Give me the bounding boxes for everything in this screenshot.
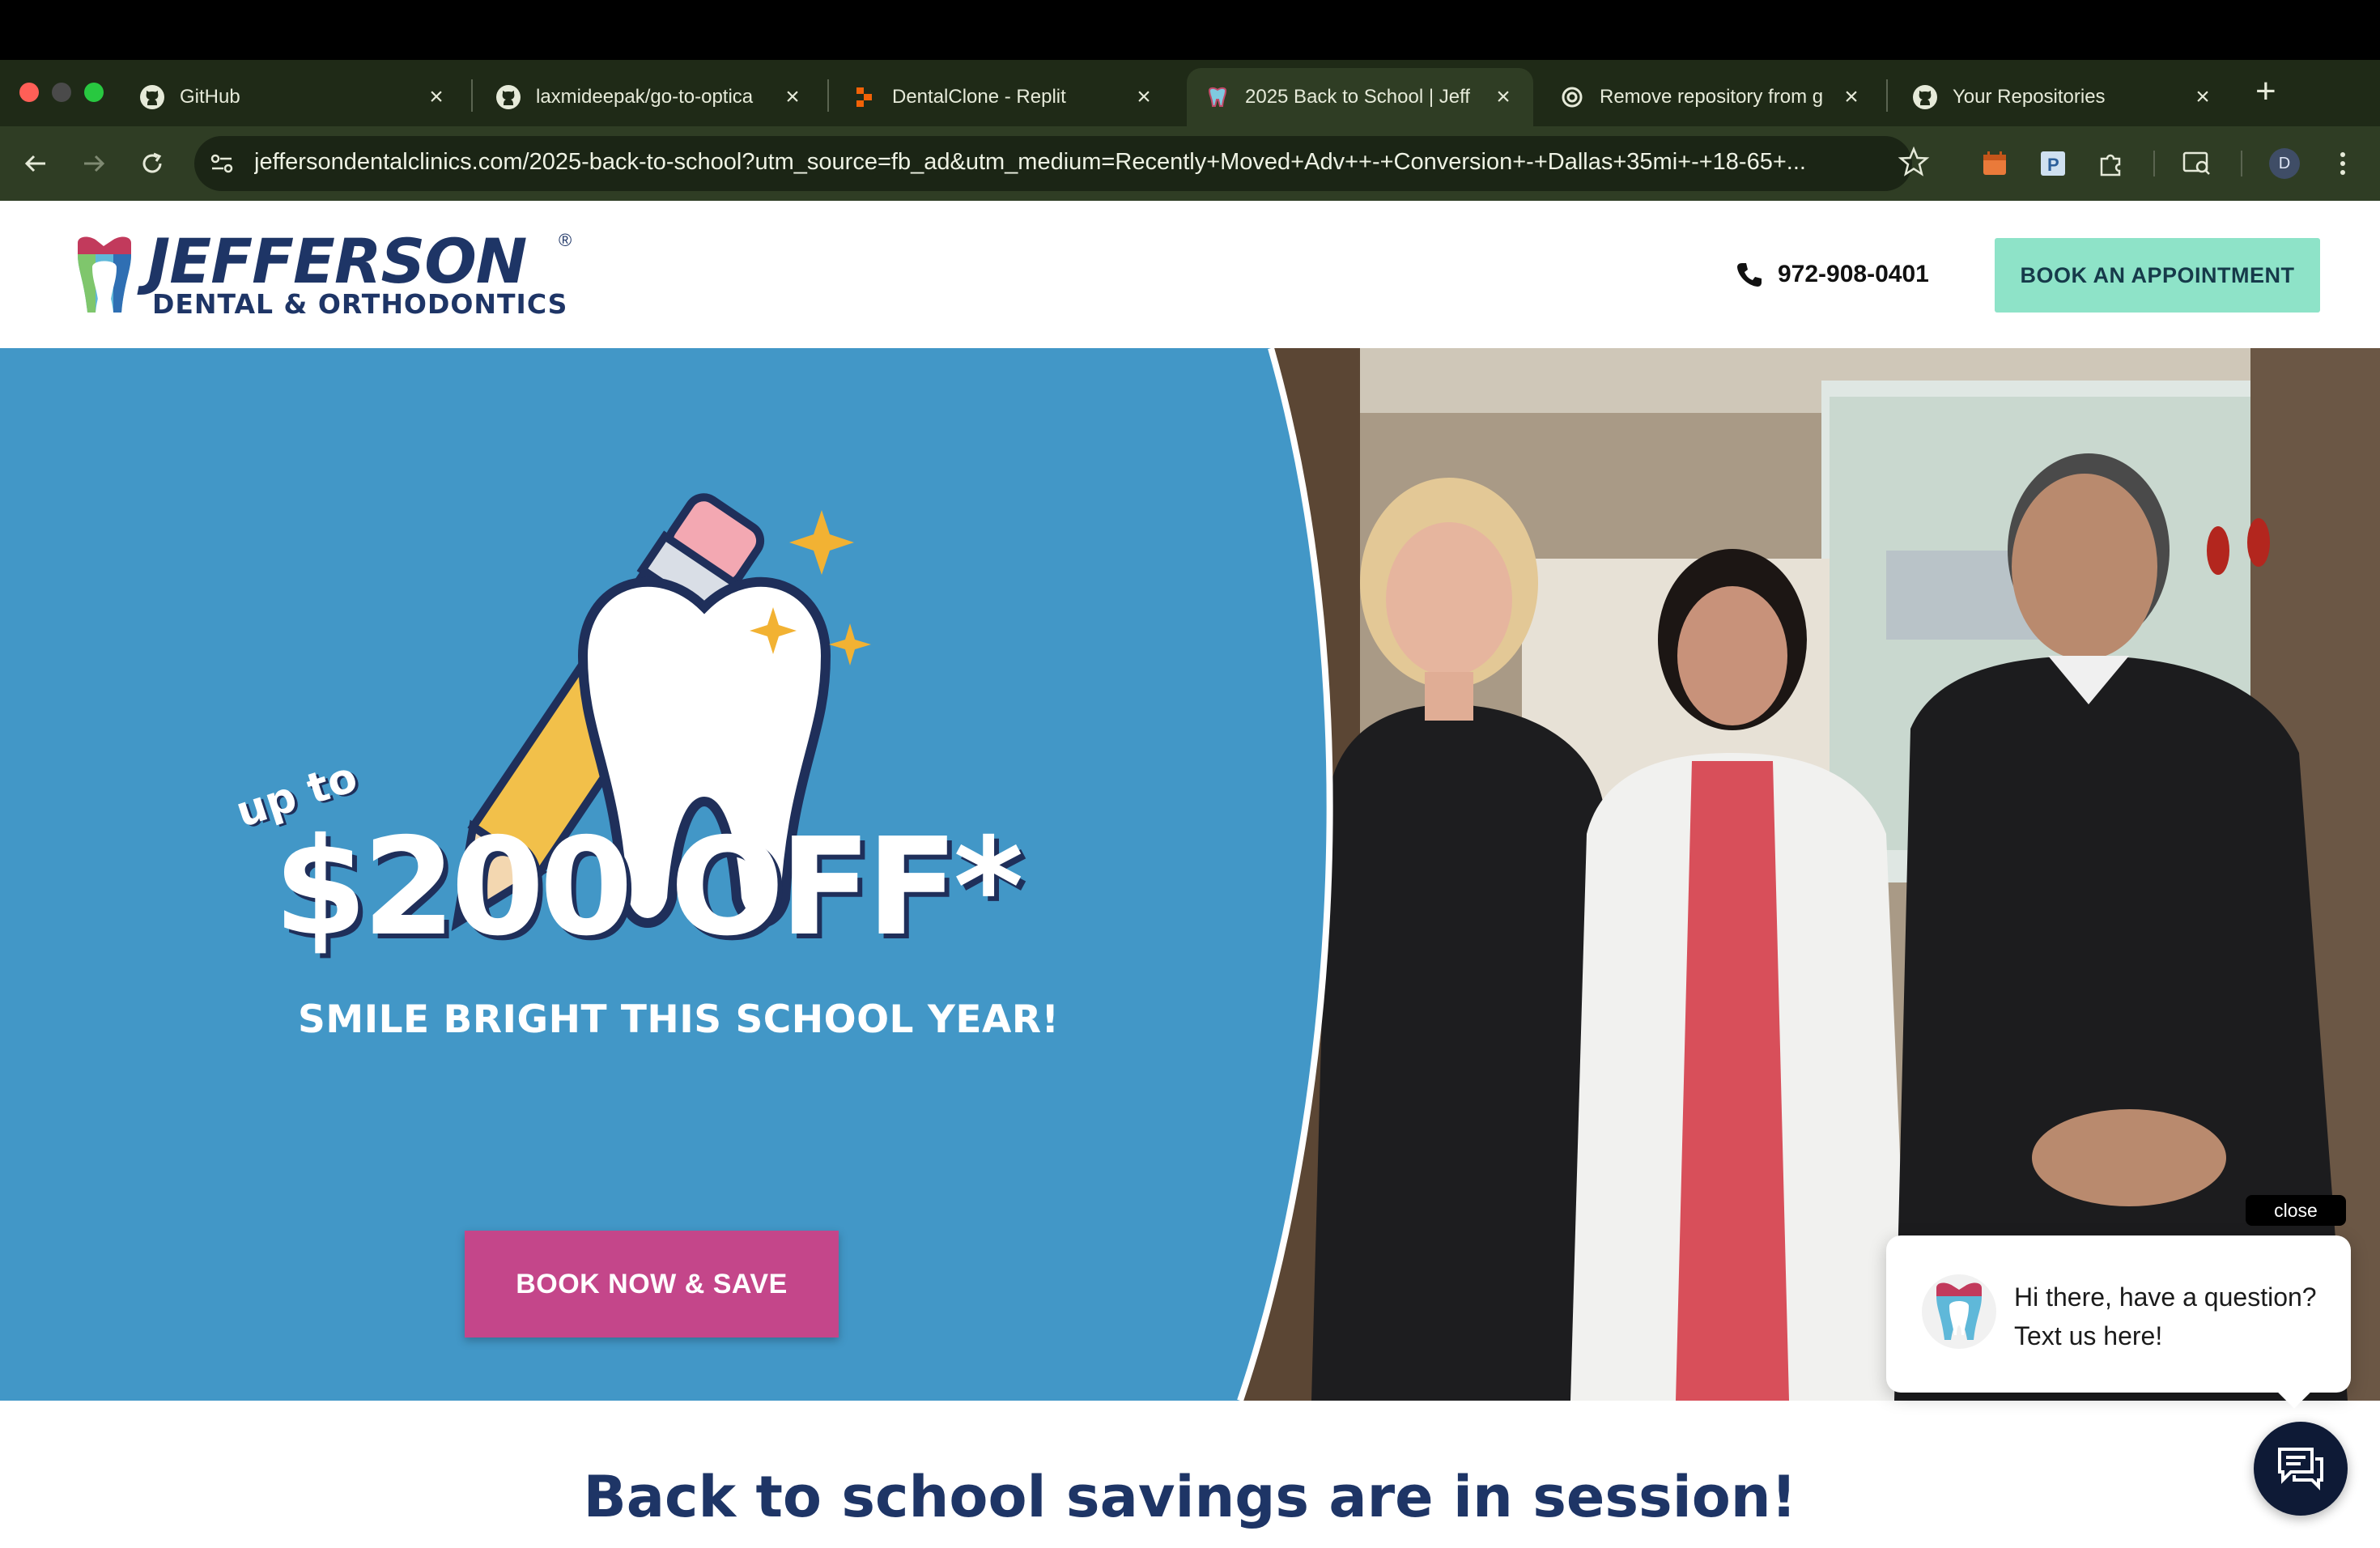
profile-initial: D bbox=[2269, 148, 2300, 179]
tab-close-icon[interactable]: × bbox=[2191, 83, 2215, 111]
chat-prompt-bubble[interactable]: Hi there, have a question? Text us here! bbox=[1886, 1235, 2351, 1393]
github-icon bbox=[495, 84, 521, 110]
chat-message: Hi there, have a question? Text us here! bbox=[2014, 1282, 2317, 1350]
arrow-right-icon bbox=[84, 155, 105, 172]
browser-tab[interactable]: laxmideepak/go-to-optica × bbox=[478, 68, 822, 126]
chat-close-button[interactable]: close bbox=[2246, 1195, 2346, 1226]
tab-search-icon[interactable] bbox=[2179, 146, 2215, 181]
new-tab-button[interactable]: + bbox=[2255, 71, 2276, 112]
url-text[interactable]: jeffersondentalclinics.com/2025-back-to-… bbox=[254, 149, 1870, 176]
book-appointment-button[interactable]: BOOK AN APPOINTMENT bbox=[1995, 238, 2320, 313]
logo-wordmark[interactable]: JEFFERSON bbox=[147, 225, 527, 297]
reload-button[interactable] bbox=[131, 142, 173, 185]
tab-close-icon[interactable]: × bbox=[1491, 83, 1515, 111]
window-close-button[interactable] bbox=[19, 83, 39, 102]
browser-tab[interactable]: DentalClone - Replit × bbox=[834, 68, 1174, 126]
book-now-save-button[interactable]: BOOK NOW & SAVE bbox=[465, 1231, 839, 1337]
logo-registered-mark: ® bbox=[559, 230, 572, 250]
parking-extension-icon[interactable]: P bbox=[2035, 146, 2071, 181]
hero-tagline: SMILE BRIGHT THIS SCHOOL YEAR! bbox=[298, 997, 1060, 1042]
calendar-extension-icon[interactable] bbox=[1977, 146, 2012, 181]
phone-icon bbox=[1737, 263, 1762, 287]
tab-divider bbox=[827, 79, 829, 112]
browser-menu-icon[interactable] bbox=[2325, 146, 2361, 181]
github-icon bbox=[1912, 84, 1938, 110]
tab-close-icon[interactable]: × bbox=[1132, 83, 1156, 111]
openai-icon bbox=[1559, 84, 1585, 110]
tab-title: DentalClone - Replit bbox=[892, 86, 1066, 108]
phone-number: 972-908-0401 bbox=[1778, 261, 1929, 287]
extensions-puzzle-icon[interactable] bbox=[2093, 146, 2129, 181]
browser-tab[interactable]: GitHub × bbox=[121, 68, 466, 126]
reload-icon bbox=[142, 152, 162, 173]
window-zoom-button[interactable] bbox=[84, 83, 104, 102]
tab-close-icon[interactable]: × bbox=[1839, 83, 1864, 111]
github-icon bbox=[139, 84, 165, 110]
logo-subtitle: DENTAL & ORTHODONTICS bbox=[152, 288, 568, 320]
window-minimize-button[interactable] bbox=[52, 83, 71, 102]
profile-avatar[interactable]: D bbox=[2267, 146, 2302, 181]
tab-title: Remove repository from g bbox=[1600, 86, 1824, 108]
svg-text:P: P bbox=[2047, 155, 2059, 175]
tab-divider bbox=[1886, 79, 1888, 112]
os-menubar bbox=[0, 0, 2380, 60]
tab-title: GitHub bbox=[180, 86, 240, 108]
tab-close-icon[interactable]: × bbox=[780, 83, 805, 111]
phone-link[interactable]: 972-908-0401 bbox=[1736, 261, 1929, 288]
logo-tooth-icon[interactable] bbox=[74, 235, 134, 320]
back-button[interactable] bbox=[15, 142, 57, 185]
browser-tab[interactable]: Remove repository from g × bbox=[1541, 68, 1881, 126]
tooth-icon bbox=[1205, 84, 1230, 110]
browser-tab[interactable]: Your Repositories × bbox=[1894, 68, 2233, 126]
toolbar-divider bbox=[2153, 151, 2155, 176]
replit-icon bbox=[852, 84, 878, 110]
tab-close-icon[interactable]: × bbox=[424, 83, 448, 111]
hero-price: $200 OFF* bbox=[274, 810, 1024, 966]
forward-button[interactable] bbox=[73, 142, 115, 185]
toolbar-divider bbox=[2241, 151, 2242, 176]
site-settings-icon[interactable] bbox=[207, 149, 236, 182]
arrow-left-icon bbox=[24, 155, 45, 172]
tab-title: laxmideepak/go-to-optica bbox=[536, 86, 754, 108]
chat-avatar-tooth-icon bbox=[1922, 1274, 1996, 1349]
tab-divider bbox=[471, 79, 473, 112]
section-heading: Back to school savings are in session! bbox=[583, 1464, 1797, 1530]
tab-title: 2025 Back to School | Jeff bbox=[1245, 86, 1470, 108]
browser-tab-active[interactable]: 2025 Back to School | Jeff × bbox=[1187, 68, 1533, 126]
bookmark-star-icon[interactable] bbox=[1898, 146, 1930, 182]
tab-title: Your Repositories bbox=[1953, 86, 2106, 108]
